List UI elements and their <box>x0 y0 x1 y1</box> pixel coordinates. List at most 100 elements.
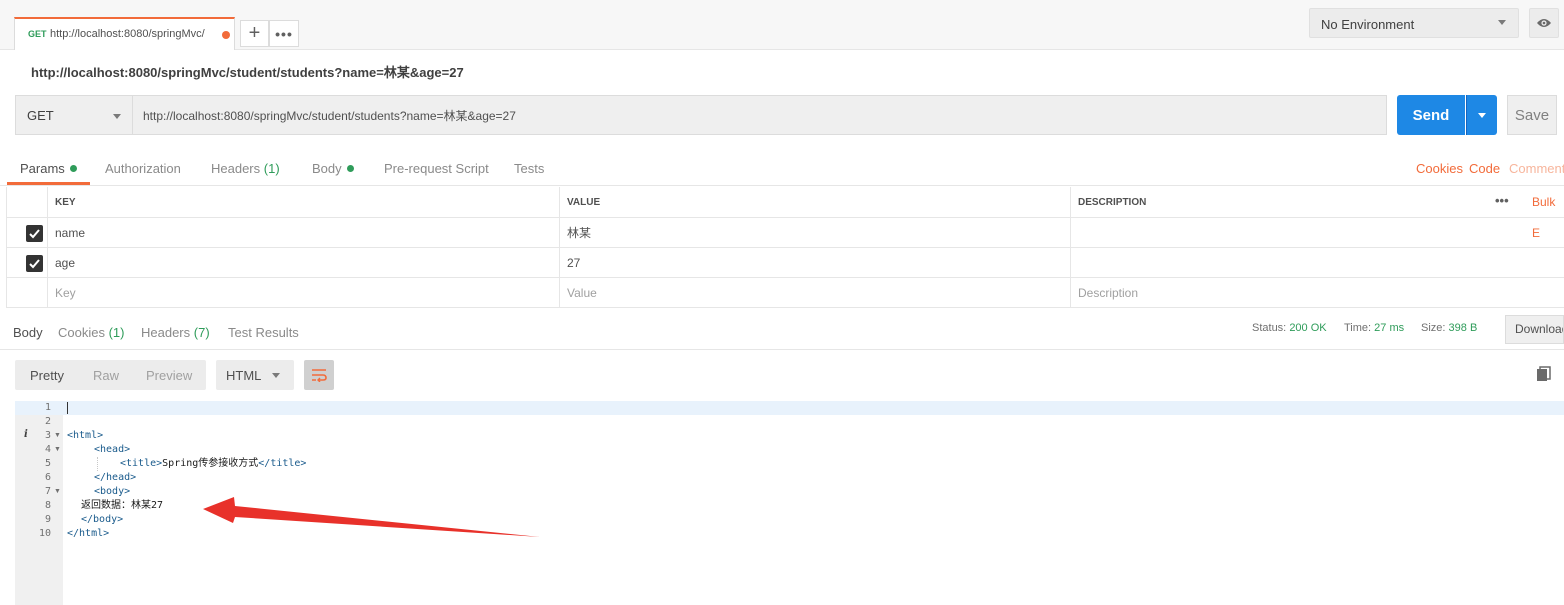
tab-response-body[interactable]: Body <box>13 325 43 340</box>
fold-icon[interactable]: ▼ <box>54 429 61 443</box>
chevron-down-icon <box>113 114 121 119</box>
request-tabs: Params Authorization Headers (1) Body Pr… <box>0 152 1564 186</box>
chevron-down-icon <box>272 373 280 378</box>
param-checkbox[interactable] <box>26 255 43 272</box>
tab-body[interactable]: Body <box>312 161 354 176</box>
method-select[interactable]: GET <box>15 95 132 135</box>
cookies-link[interactable]: Cookies <box>1416 161 1463 176</box>
response-time: Time: 27 ms <box>1344 322 1404 334</box>
download-button[interactable]: Download <box>1505 315 1564 344</box>
view-preview-button[interactable]: Preview <box>146 368 192 383</box>
tab-params-label: Params <box>20 161 65 176</box>
tab-params[interactable]: Params <box>20 161 77 176</box>
url-input[interactable] <box>132 95 1387 135</box>
time-label: Time: <box>1344 322 1372 334</box>
indent-guide <box>97 457 98 471</box>
response-size: Size: 398 B <box>1421 322 1477 334</box>
new-tab-button[interactable]: + <box>240 20 269 47</box>
code-line: <body> <box>94 486 131 497</box>
more-icon[interactable]: ••• <box>1495 194 1509 208</box>
tab-response-cookies[interactable]: Cookies (1) <box>58 325 124 340</box>
request-tab[interactable]: GET http://localhost:8080/springMvc/ <box>14 17 235 50</box>
new-param-value-input[interactable]: Value <box>559 278 1070 307</box>
request-tab-method: GET <box>28 29 47 39</box>
method-select-label: GET <box>27 108 54 123</box>
send-button[interactable]: Send <box>1397 95 1465 135</box>
key-column-header: KEY <box>47 187 559 217</box>
line-number: 1 <box>44 402 51 413</box>
code-token: </title> <box>258 458 307 469</box>
environment-select-label: No Environment <box>1321 17 1415 32</box>
comments-link[interactable]: Comment <box>1509 161 1564 176</box>
tab-tests[interactable]: Tests <box>514 161 544 176</box>
param-description-cell[interactable] <box>1070 248 1564 277</box>
copy-icon[interactable] <box>1536 366 1552 385</box>
line-number: 7 <box>44 486 51 497</box>
check-icon <box>29 259 40 269</box>
line-number: 5 <box>44 458 51 469</box>
code-line: </html> <box>67 528 110 539</box>
wrap-lines-button[interactable] <box>304 360 334 390</box>
tab-headers-count: (1) <box>263 161 280 176</box>
view-raw-button[interactable]: Raw <box>93 368 119 383</box>
new-param-key-input[interactable]: Key <box>47 278 559 307</box>
param-value-cell[interactable]: 27 <box>559 248 1070 277</box>
table-row: name 林某 <box>7 218 1564 248</box>
format-select-label: HTML <box>226 368 262 383</box>
fold-icon[interactable]: ▼ <box>54 485 61 499</box>
code-token: <title> <box>120 458 163 469</box>
tab-response-headers-label: Headers <box>141 325 191 340</box>
check-icon <box>29 229 40 239</box>
time-value: 27 ms <box>1374 322 1405 334</box>
code-line: <title>Spring传参接收方式</title> <box>120 457 306 471</box>
chevron-down-icon <box>1498 20 1506 25</box>
line-number: 10 <box>38 528 51 539</box>
status-dot-icon <box>69 165 77 172</box>
title-text: Spring传参接收方式 <box>162 458 259 469</box>
param-checkbox[interactable] <box>26 225 43 242</box>
param-key-cell[interactable]: name <box>47 218 559 247</box>
more-icon: ••• <box>275 25 293 42</box>
request-name: http://localhost:8080/springMvc/student/… <box>31 65 464 80</box>
code-link[interactable]: Code <box>1469 161 1500 176</box>
tab-test-results[interactable]: Test Results <box>228 325 299 340</box>
tab-headers[interactable]: Headers (1) <box>211 161 280 176</box>
status-dot-icon <box>346 165 354 172</box>
params-header-row: KEY VALUE DESCRIPTION ••• Bulk E <box>7 187 1564 240</box>
size-label: Size: <box>1421 322 1446 334</box>
eye-icon <box>1537 19 1551 27</box>
status-value: 200 OK <box>1289 322 1327 334</box>
tab-response-cookies-label: Cookies <box>58 325 105 340</box>
tab-options-button[interactable]: ••• <box>269 20 299 47</box>
view-mode-group: Pretty Raw Preview <box>15 360 206 390</box>
new-param-description-input[interactable]: Description <box>1070 278 1564 307</box>
table-row: age 27 <box>7 248 1564 278</box>
status-label: Status: <box>1252 322 1287 334</box>
line-numbers: 1 2 3 4 5 6 7 8 9 10 ▼ ▼ ▼ <box>15 401 63 551</box>
unsaved-dot-icon <box>222 31 230 39</box>
wrap-lines-icon <box>312 369 327 382</box>
param-description-cell[interactable] <box>1070 218 1564 247</box>
tab-authorization[interactable]: Authorization <box>105 161 181 176</box>
request-tab-title: http://localhost:8080/springMvc/ <box>50 28 205 40</box>
environment-quick-look-button[interactable] <box>1529 8 1559 38</box>
response-tabs: Body Cookies (1) Headers (7) Test Result… <box>0 316 1564 350</box>
fold-icon[interactable]: ▼ <box>54 443 61 457</box>
params-table: KEY VALUE DESCRIPTION ••• Bulk E name 林某… <box>6 187 1564 308</box>
chevron-down-icon <box>1478 113 1486 118</box>
send-options-button[interactable] <box>1466 95 1497 135</box>
tab-body-label: Body <box>312 161 342 176</box>
tab-response-headers[interactable]: Headers (7) <box>141 325 210 340</box>
tab-pre-request-script[interactable]: Pre-request Script <box>384 161 489 176</box>
environment-select[interactable]: No Environment <box>1309 8 1519 38</box>
value-column-header: VALUE <box>559 187 1070 217</box>
save-button[interactable]: Save <box>1507 95 1557 135</box>
param-value-cell[interactable]: 林某 <box>559 218 1070 247</box>
description-column-header: DESCRIPTION <box>1070 187 1564 217</box>
line-number: 3 <box>44 430 51 441</box>
format-select[interactable]: HTML <box>216 360 294 390</box>
code-line: <head> <box>94 444 131 455</box>
code-line: 返回数据：林某27 <box>81 500 164 511</box>
view-pretty-button[interactable]: Pretty <box>30 368 64 383</box>
param-key-cell[interactable]: age <box>47 248 559 277</box>
